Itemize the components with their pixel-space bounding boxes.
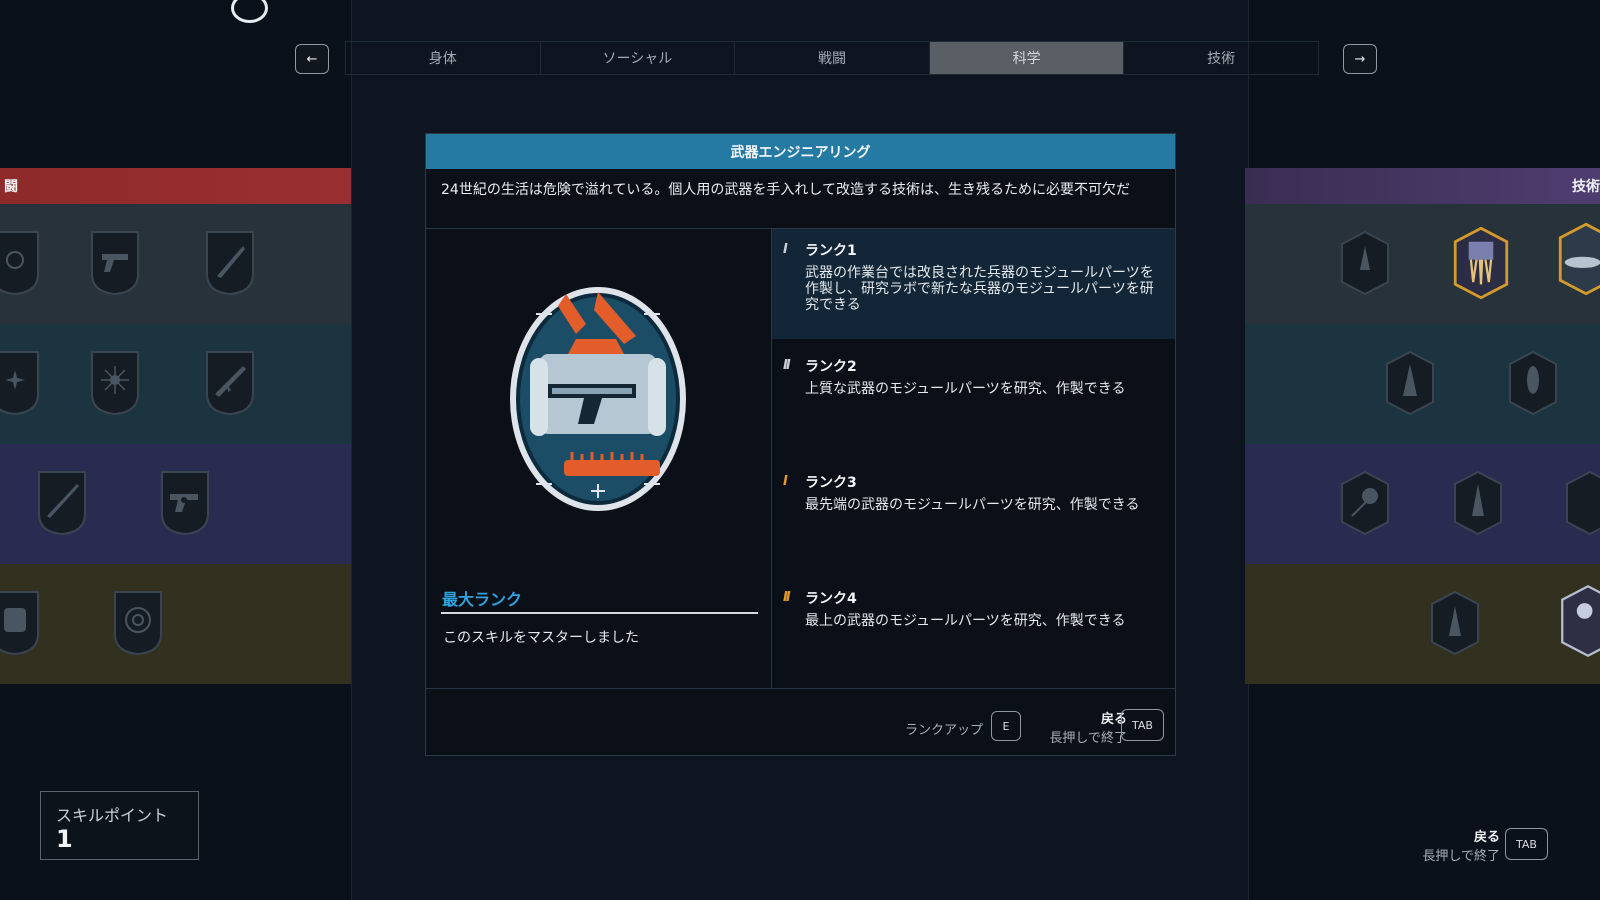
tab-social[interactable]: ソーシャル xyxy=(541,42,736,74)
skill-shield-assault-rifle[interactable] xyxy=(205,350,255,416)
skill-shield-revolver[interactable] xyxy=(160,470,210,536)
max-rank-label: 最大ランク xyxy=(442,590,523,609)
rank-up-label: ランクアップ xyxy=(905,723,984,738)
rank-marker-2: II xyxy=(783,358,791,373)
rank-desc-1: 武器の作業台では改良された兵器のモジュールパーツを作製し、研究ラボで新たな兵器の… xyxy=(805,265,1154,313)
skill-hex-rocket[interactable] xyxy=(1508,350,1558,416)
skill-hex-shuttle-unlocked[interactable] xyxy=(1558,222,1600,296)
skill-points-panel: スキルポイント 1 xyxy=(40,791,199,860)
next-category-button[interactable]: → xyxy=(1343,44,1377,74)
skill-hex-arm[interactable] xyxy=(1565,470,1600,536)
skill-points-value: 1 xyxy=(56,825,73,853)
prev-category-button[interactable]: ← xyxy=(295,44,329,74)
back-key-button[interactable]: TAB xyxy=(1121,709,1164,741)
skill-hex-planet[interactable] xyxy=(1340,470,1390,536)
tech-header-label: 技術 xyxy=(1572,179,1600,195)
modal-footer: ランクアップ E 戻る 長押しで終了 TAB xyxy=(426,688,1175,756)
max-rank-progress-bar xyxy=(441,612,758,614)
rank-name-4: ランク4 xyxy=(805,591,857,607)
rank-marker-4: II xyxy=(783,590,791,605)
skill-hex-ship-4[interactable] xyxy=(1430,590,1480,656)
tab-tech[interactable]: 技術 xyxy=(1124,42,1318,74)
skill-shield-sun[interactable] xyxy=(0,230,40,296)
tech-tier-1 xyxy=(1245,204,1600,324)
rank-marker-1: I xyxy=(783,242,788,257)
modal-body: 最大ランク このスキルをマスターしました I ランク1 武器の作業台では改良され… xyxy=(426,229,1175,688)
skill-shield-rifle[interactable] xyxy=(205,230,255,296)
weapon-engineering-badge-icon xyxy=(510,287,686,511)
combat-header-label: 闘 xyxy=(4,179,18,195)
rank-name-2: ランク2 xyxy=(805,359,857,375)
category-tabs: 身体 ソーシャル 戦闘 科学 技術 xyxy=(345,41,1319,75)
rank-desc-4: 最上の武器のモジュールパーツを研究、作製できる xyxy=(805,613,1126,629)
skill-emblem-pane: 最大ランク このスキルをマスターしました xyxy=(426,229,772,688)
combat-tier-2 xyxy=(0,324,351,444)
tab-combat[interactable]: 戦闘 xyxy=(735,42,930,74)
tech-tier-4 xyxy=(1245,564,1600,684)
hold-to-exit-label: 長押しで終了 xyxy=(1049,731,1127,746)
back-label: 戻る xyxy=(1100,712,1127,727)
global-back-label: 戻る xyxy=(1473,830,1500,845)
tech-header: 技術 xyxy=(1245,168,1600,204)
skill-shield-armor[interactable] xyxy=(0,590,40,656)
tab-science[interactable]: 科学 xyxy=(929,42,1125,74)
combat-header: 闘 xyxy=(0,168,351,204)
skill-shield-pistol[interactable] xyxy=(90,230,140,296)
max-rank-text: このスキルをマスターしました xyxy=(443,630,639,646)
global-hold-label: 長押しで終了 xyxy=(1422,849,1500,864)
back-hint: 戻る 長押しで終了 xyxy=(1029,708,1127,746)
rank-name-1: ランク1 xyxy=(805,243,857,259)
rank-list: I ランク1 武器の作業台では改良された兵器のモジュールパーツを作製し、研究ラボ… xyxy=(772,229,1175,688)
global-back-hint: 戻る 長押しで終了 xyxy=(1420,826,1500,864)
arrow-left-icon: ← xyxy=(306,51,318,67)
skill-hex-ship-1[interactable] xyxy=(1340,230,1390,296)
skill-hex-ship-3[interactable] xyxy=(1453,470,1503,536)
skill-hex-astronaut-unlocked[interactable] xyxy=(1560,584,1600,658)
skill-detail-modal: 武器エンジニアリング 24世紀の生活は危険で溢れている。個人用の武器を手入れして… xyxy=(425,133,1176,756)
modal-title: 武器エンジニアリング xyxy=(426,134,1175,169)
rank-up-key-button[interactable]: E xyxy=(991,711,1021,741)
skill-shield-burst[interactable] xyxy=(90,350,140,416)
modal-description: 24世紀の生活は危険で溢れている。個人用の武器を手入れして改造する技術は、生き残… xyxy=(426,169,1175,229)
rank-item-4[interactable]: II ランク4 最上の武器のモジュールパーツを研究、作製できる xyxy=(772,577,1175,687)
skill-hex-ship-unlocked[interactable] xyxy=(1453,226,1509,300)
skill-hex-ship-2[interactable] xyxy=(1385,350,1435,416)
skill-shield-target[interactable] xyxy=(113,590,163,656)
rank-item-2[interactable]: II ランク2 上質な武器のモジュールパーツを研究、作製できる xyxy=(772,345,1175,455)
skill-shield-sniper[interactable] xyxy=(37,470,87,536)
arrow-right-icon: → xyxy=(1354,51,1366,67)
combat-tier-4 xyxy=(0,564,351,684)
rank-name-3: ランク3 xyxy=(805,475,857,491)
rank-item-3[interactable]: I ランク3 最先端の武器のモジュールパーツを研究、作製できる xyxy=(772,461,1175,571)
skill-shield-sparkle[interactable] xyxy=(0,350,40,416)
cursor-ring xyxy=(231,0,268,23)
tab-body[interactable]: 身体 xyxy=(346,42,541,74)
tech-tier-3 xyxy=(1245,444,1600,564)
rank-item-1[interactable]: I ランク1 武器の作業台では改良された兵器のモジュールパーツを作製し、研究ラボ… xyxy=(772,229,1175,339)
global-back-key-button[interactable]: TAB xyxy=(1505,828,1548,860)
rank-desc-2: 上質な武器のモジュールパーツを研究、作製できる xyxy=(805,381,1126,397)
skill-points-label: スキルポイント xyxy=(56,806,169,825)
combat-tier-1 xyxy=(0,204,351,324)
rank-desc-3: 最先端の武器のモジュールパーツを研究、作製できる xyxy=(805,497,1140,513)
rank-marker-3: I xyxy=(783,474,788,489)
